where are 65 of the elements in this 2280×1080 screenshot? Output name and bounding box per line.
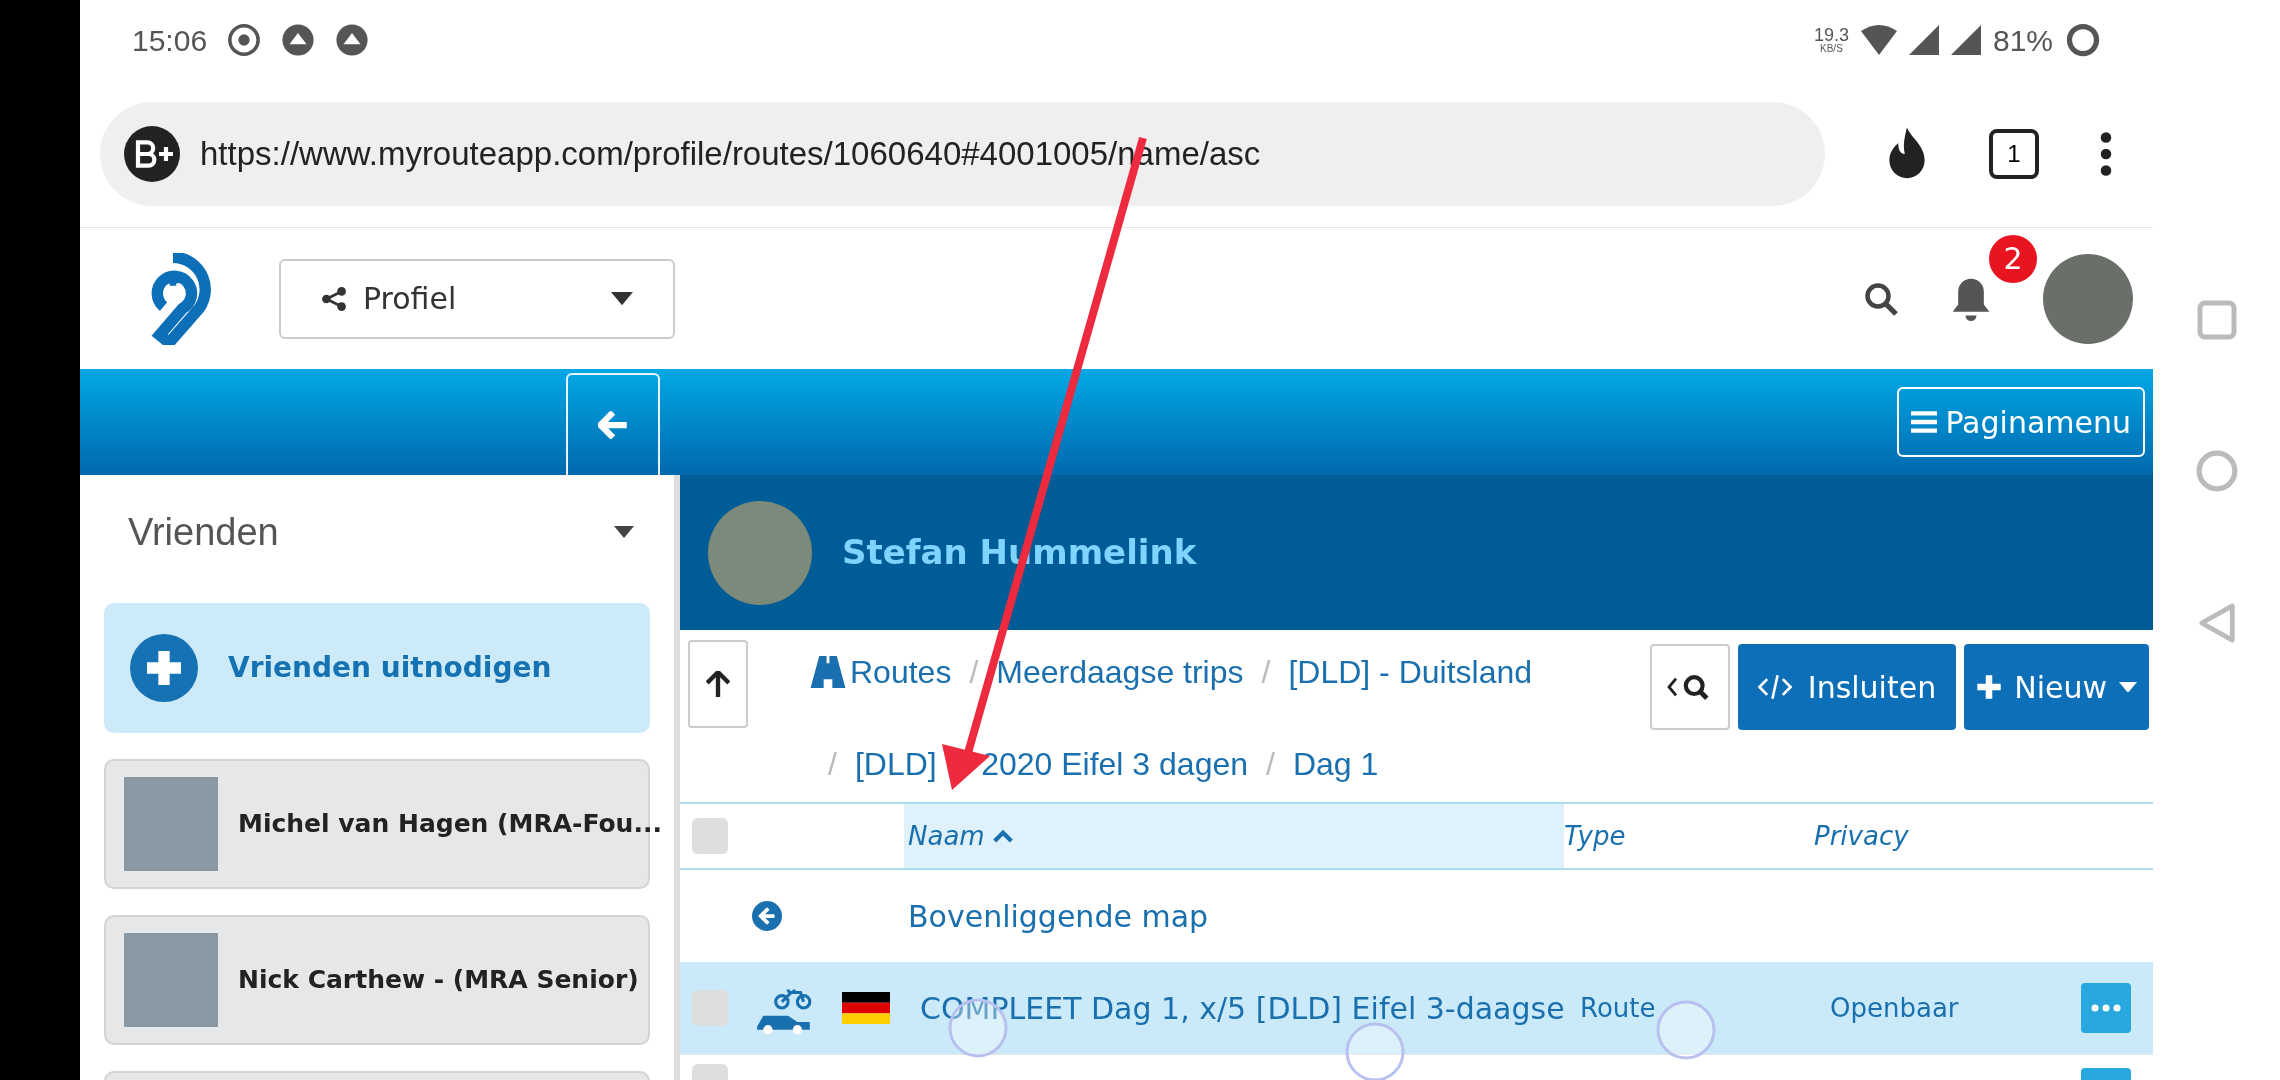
site-badge-icon: [124, 125, 180, 182]
sidebar-title: Vrienden: [128, 509, 279, 555]
row-checkbox[interactable]: [692, 1064, 728, 1080]
page-menu-button[interactable]: Paginamenu: [1897, 387, 2145, 457]
caret-icon: [611, 291, 633, 306]
breadcrumb-link[interactable]: Routes: [850, 646, 952, 698]
select-all-checkbox[interactable]: [692, 818, 728, 854]
back-circle-icon[interactable]: [752, 901, 782, 931]
breadcrumb-separator: /: [1265, 745, 1276, 784]
friend-name: Michel van Hagen (MRA-Fou...: [238, 808, 662, 841]
route-row[interactable]: COMPLEET Dag 1, x/5 [DLD] Eifel 3-daagse Route Openbaar: [680, 962, 2153, 1054]
network-speed-unit: KB/S: [1820, 44, 1843, 54]
signal-icon: [1908, 25, 1939, 55]
more-menu-icon[interactable]: [2099, 130, 2113, 177]
more-options-button[interactable]: [2081, 983, 2131, 1033]
notification-badge: 2: [1989, 234, 2037, 283]
search-icon[interactable]: [1863, 280, 1899, 317]
clock-time: 15:06: [132, 22, 208, 59]
menu-icon: [1911, 410, 1938, 434]
column-header[interactable]: Naam: [904, 804, 1564, 868]
german-flag-icon: [840, 992, 892, 1024]
friend-name: Nick Carthew - (MRA Senior): [238, 964, 639, 997]
arrow-up-icon: [706, 671, 730, 697]
route-type: Route: [1580, 991, 1657, 1025]
friend-card[interactable]: Nick Carthew - (MRA Senior): [104, 915, 650, 1045]
breadcrumb-link[interactable]: [DLD] - Duitsland: [1288, 646, 1533, 698]
caret-icon: [2119, 681, 2137, 693]
tab-count-button[interactable]: 1: [1989, 128, 2039, 179]
code-icon: [1757, 674, 1792, 700]
share-icon: [321, 285, 347, 312]
new-button[interactable]: Nieuw: [1964, 644, 2149, 730]
plus-circle-icon: [130, 634, 198, 702]
app-notification-icon: [281, 23, 316, 57]
up-button[interactable]: [688, 640, 748, 728]
battery-level: 81%: [1992, 22, 2053, 59]
breadcrumb-link[interactable]: Dag 1: [1292, 738, 1379, 790]
breadcrumb-link[interactable]: Meerdaagse trips: [996, 646, 1244, 698]
route-privacy: Openbaar: [1830, 991, 1960, 1025]
parent-folder-link[interactable]: Bovenliggende map: [908, 893, 1209, 939]
signal-icon: [1950, 25, 1981, 55]
more-icon: [2091, 1004, 2121, 1012]
network-speed: 19.3: [1813, 26, 1849, 44]
road-icon: [810, 656, 846, 688]
caret-icon: [614, 526, 634, 538]
battery-ring-icon: [2065, 22, 2101, 58]
app-notification-icon: [335, 23, 370, 57]
embed-button[interactable]: Insluiten: [1737, 644, 1957, 730]
column-header[interactable]: Privacy: [1814, 804, 2094, 868]
breadcrumb-link[interactable]: [DLD] 2020 Eifel 3 dagen: [854, 738, 1249, 790]
plus-icon: [1976, 674, 2003, 700]
breadcrumb-separator: /: [1260, 653, 1272, 692]
breadcrumb-separator: /: [827, 745, 838, 784]
wifi-icon: [1860, 25, 1897, 55]
arrow-left-icon: [598, 411, 628, 439]
column-header[interactable]: Type: [1564, 804, 1814, 868]
sort-ascending-icon: [992, 829, 1013, 843]
invite-friends-button[interactable]: Vrienden uitnodigen: [104, 603, 650, 733]
touch-indicator: [1656, 1000, 1716, 1060]
breadcrumb-separator: /: [968, 653, 980, 692]
search-toggle-button[interactable]: [1649, 644, 1730, 730]
route-name: COMPLEET Dag 1, x/5 [DLD] Eifel 3-daagse: [920, 990, 1565, 1026]
row-checkbox[interactable]: [692, 990, 728, 1026]
profile-dropdown[interactable]: Profiel: [279, 258, 675, 339]
collapse-sidebar-button[interactable]: [566, 373, 660, 475]
touch-indicator: [1345, 1022, 1405, 1080]
